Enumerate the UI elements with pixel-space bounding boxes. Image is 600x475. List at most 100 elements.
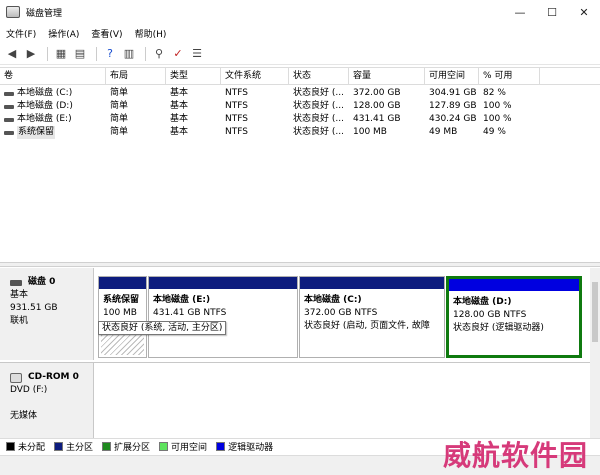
column-header-filesystem[interactable]: 文件系统	[221, 68, 289, 85]
cell-filesystem: NTFS	[225, 88, 248, 98]
minimize-button[interactable]: —	[504, 0, 536, 24]
scrollbar-thumb[interactable]	[592, 282, 598, 342]
column-header-volume[interactable]: 卷	[0, 68, 106, 85]
cell-filesystem: NTFS	[225, 101, 248, 111]
column-header-layout[interactable]: 布局	[106, 68, 166, 85]
connect-icon[interactable]: ⚲	[151, 46, 167, 62]
cdrom-type: DVD (F:)	[10, 385, 48, 395]
disk-status: 联机	[10, 316, 29, 326]
legend-item: 可用空间	[159, 440, 207, 453]
cell-free-space: 127.89 GB	[429, 101, 477, 111]
cell-status: 状态良好 (...	[293, 114, 344, 124]
help-icon[interactable]: ?	[102, 46, 118, 62]
disk-0-info[interactable]: 磁盘 0 基本 931.51 GB 联机	[0, 268, 94, 360]
cell-percent-free: 100 %	[483, 114, 512, 124]
cell-volume: 本地磁盘 (D:)	[17, 101, 73, 111]
partition-name: 系统保留	[103, 295, 140, 305]
cell-layout: 简单	[110, 127, 129, 137]
table-header: 卷 布局 类型 文件系统 状态 容量 可用空间 % 可用	[0, 68, 600, 85]
cell-free-space: 49 MB	[429, 127, 458, 137]
cdrom-status: 无媒体	[10, 411, 38, 421]
details-icon[interactable]: ▥	[121, 46, 137, 62]
partition-size: 372.00 GB NTFS	[304, 308, 378, 318]
menu-view[interactable]: 查看(V)	[85, 27, 128, 40]
cell-type: 基本	[170, 88, 189, 98]
disk-name: 磁盘 0	[28, 277, 56, 287]
cell-capacity: 372.00 GB	[353, 88, 401, 98]
cell-free-space: 304.91 GB	[429, 88, 477, 98]
cell-free-space: 430.24 GB	[429, 114, 477, 124]
menu-file[interactable]: 文件(F)	[0, 27, 42, 40]
drive-icon	[4, 130, 14, 135]
partition-e[interactable]: 本地磁盘 (E:) 431.41 GB NTFS	[148, 276, 298, 358]
column-header-capacity[interactable]: 容量	[349, 68, 425, 85]
drive-icon	[4, 104, 14, 109]
cell-volume: 本地磁盘 (E:)	[17, 114, 72, 124]
legend-swatch	[216, 442, 226, 451]
disk-0-row: 磁盘 0 基本 931.51 GB 联机 系统保留 100 MB 本地磁盘 (E…	[0, 268, 590, 360]
pane-splitter[interactable]	[0, 262, 600, 267]
legend-item: 未分配	[6, 440, 45, 453]
cell-percent-free: 100 %	[483, 101, 512, 111]
table-row[interactable]: 本地磁盘 (C:) 简单 基本 NTFS 状态良好 (... 372.00 GB…	[0, 87, 600, 100]
table-row[interactable]: 本地磁盘 (E:) 简单 基本 NTFS 状态良好 (... 431.41 GB…	[0, 113, 600, 126]
cdrom-row: CD-ROM 0 DVD (F:) 无媒体	[0, 362, 590, 438]
cdrom-info[interactable]: CD-ROM 0 DVD (F:) 无媒体	[0, 363, 94, 438]
cd-drive-icon	[10, 372, 22, 383]
partition-status: 状态良好 (逻辑驱动器)	[453, 323, 544, 333]
cell-capacity: 128.00 GB	[353, 101, 401, 111]
legend-swatch	[102, 442, 112, 451]
maximize-button[interactable]: ☐	[536, 0, 568, 24]
close-button[interactable]: ✕	[568, 0, 600, 24]
table-row[interactable]: 系统保留 简单 基本 NTFS 状态良好 (... 100 MB 49 MB 4…	[0, 126, 600, 139]
menu-action[interactable]: 操作(A)	[42, 27, 85, 40]
table-row[interactable]: 本地磁盘 (D:) 简单 基本 NTFS 状态良好 (... 128.00 GB…	[0, 100, 600, 113]
toolbar: ◀ ▶ ▦ ▤ ? ▥ ⚲ ✓ ☰	[0, 43, 600, 65]
forward-arrow-icon[interactable]: ▶	[23, 46, 39, 62]
partition-system-reserved[interactable]: 系统保留 100 MB	[98, 276, 147, 358]
column-header-type[interactable]: 类型	[166, 68, 221, 85]
cell-layout: 简单	[110, 101, 129, 111]
toolbar-divider	[47, 46, 48, 61]
partition-size: 431.41 GB NTFS	[153, 308, 227, 318]
cell-volume: 本地磁盘 (C:)	[17, 88, 73, 98]
disk-management-icon	[6, 6, 20, 18]
settings-list-icon[interactable]: ☰	[189, 46, 205, 62]
cell-volume: 系统保留	[17, 126, 56, 139]
drive-icon	[4, 91, 14, 96]
partition-size: 100 MB	[103, 308, 137, 318]
toolbar-divider	[145, 46, 146, 61]
cell-layout: 简单	[110, 114, 129, 124]
legend-swatch	[159, 442, 169, 451]
check-icon[interactable]: ✓	[170, 46, 186, 62]
partition-name: 本地磁盘 (E:)	[153, 295, 211, 305]
cell-layout: 简单	[110, 88, 129, 98]
column-header-free-space[interactable]: 可用空间	[425, 68, 479, 85]
legend-item: 主分区	[54, 440, 93, 453]
partition-c[interactable]: 本地磁盘 (C:) 372.00 GB NTFS 状态良好 (启动, 页面文件,…	[299, 276, 445, 358]
watermark: 威航软件园	[442, 439, 588, 472]
legend-swatch	[54, 442, 64, 451]
column-header-status[interactable]: 状态	[289, 68, 349, 85]
menu-help[interactable]: 帮助(H)	[129, 27, 173, 40]
console-tree-icon[interactable]: ▦	[53, 46, 69, 62]
disk-size: 931.51 GB	[10, 303, 58, 313]
partition-d[interactable]: 本地磁盘 (D:) 128.00 GB NTFS 状态良好 (逻辑驱动器)	[446, 276, 582, 358]
cell-capacity: 100 MB	[353, 127, 387, 137]
partition-tooltip: 状态良好 (系统, 活动, 主分区)	[98, 321, 227, 335]
cell-status: 状态良好 (...	[293, 88, 344, 98]
column-header-percent-free[interactable]: % 可用	[479, 68, 540, 85]
legend-swatch	[6, 442, 15, 451]
cell-type: 基本	[170, 114, 189, 124]
cell-percent-free: 82 %	[483, 88, 506, 98]
properties-icon[interactable]: ▤	[72, 46, 88, 62]
legend-item: 逻辑驱动器	[216, 440, 273, 453]
toolbar-divider	[96, 46, 97, 61]
title-bar: 磁盘管理 — ☐ ✕	[0, 0, 600, 24]
cdrom-name: CD-ROM 0	[28, 372, 79, 382]
cell-filesystem: NTFS	[225, 114, 248, 124]
cell-type: 基本	[170, 127, 189, 137]
cell-percent-free: 49 %	[483, 127, 506, 137]
disk-pane-scrollbar[interactable]	[590, 268, 600, 438]
back-arrow-icon[interactable]: ◀	[4, 46, 20, 62]
